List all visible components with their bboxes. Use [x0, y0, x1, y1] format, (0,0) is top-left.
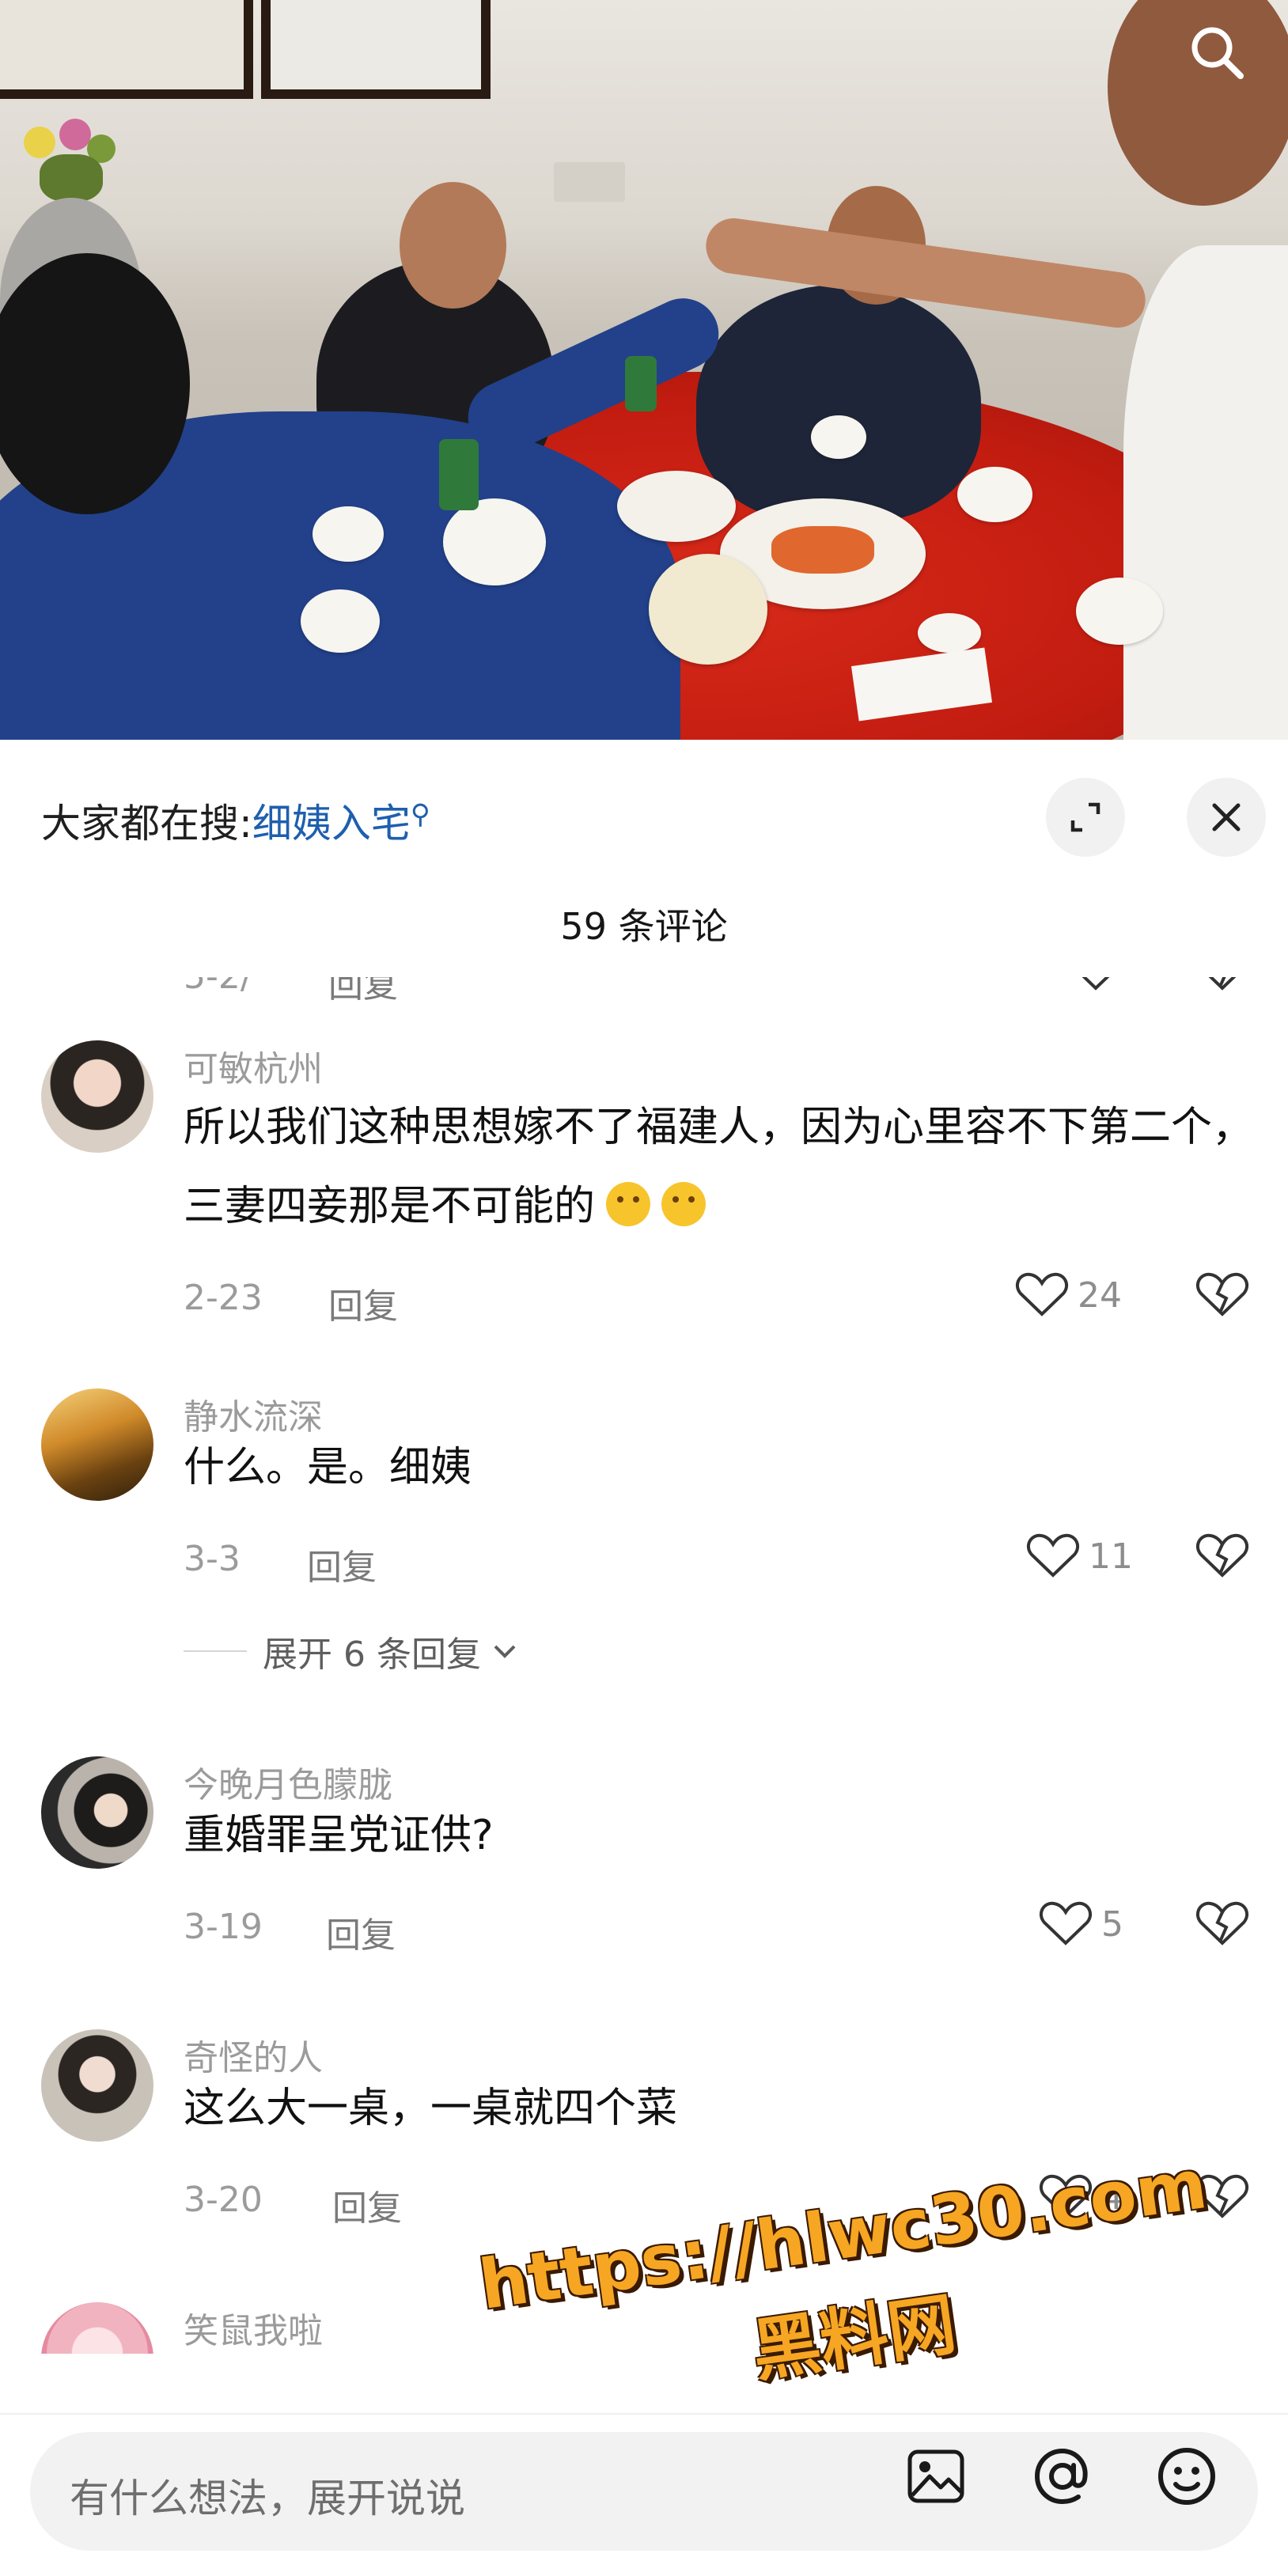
avatar[interactable] [41, 2029, 153, 2142]
broken-heart-icon[interactable] [1195, 1899, 1250, 1949]
broken-heart-icon[interactable] [1195, 1270, 1250, 1320]
expand-replies-button[interactable]: 展开 6 条回复 [184, 1626, 521, 1676]
smiley-icon [1158, 2448, 1215, 2505]
plate-bottom [649, 554, 767, 665]
close-icon [1212, 803, 1241, 832]
avatar[interactable] [41, 1040, 153, 1153]
search-suggestion[interactable]: 大家都在搜:细姨入宅⚲ [41, 792, 430, 849]
expand-icon [1070, 802, 1100, 832]
comment-list[interactable]: 5-2/ 回复 可敏杭州 所以我们这种思想嫁不了福建人，因为心里容不下第二个，三… [0, 977, 1288, 2354]
search-icon [1191, 27, 1244, 79]
video-search-button[interactable] [1179, 14, 1255, 90]
heart-icon [1039, 2174, 1093, 2218]
comment-input-bar: 有什么想法，展开说说 [0, 2413, 1288, 2576]
close-comments-button[interactable] [1187, 778, 1266, 857]
shush-emoji-icon [606, 1182, 651, 1226]
like-count: 5 [1101, 1904, 1123, 1945]
reply-button[interactable]: 回复 [307, 1539, 377, 1589]
green-can-2 [625, 356, 657, 411]
comment-date: 3-3 [184, 1539, 241, 1579]
heart-icon[interactable] [1068, 977, 1123, 993]
bowl-6 [918, 613, 981, 653]
soup-bowl [443, 498, 546, 585]
at-sign-icon [1034, 2448, 1088, 2505]
reply-button[interactable]: 回复 [328, 977, 398, 1007]
wall-outlet [554, 162, 625, 202]
comment-date: 3-19 [184, 1907, 263, 1947]
comment-text: 所以我们这种思想嫁不了福建人，因为心里容不下第二个，三妻四妾那是不可能的 [184, 1088, 1260, 1246]
shush-emoji-icon [661, 1182, 707, 1226]
comment-username[interactable]: 笑鼠我啦 [184, 2302, 323, 2353]
image-icon [907, 2449, 964, 2503]
comment-item: 今晚月色朦胧 重婚罪呈党证供? 3-19 回复 5 [0, 1756, 1288, 1994]
expand-replies-label: 展开 6 条回复 [263, 1635, 481, 1675]
like-count: 24 [1078, 1275, 1122, 1316]
partial-comment-footer: 5-2/ 回复 [0, 977, 1288, 1010]
comment-text: 这么大一桌，一桌就四个菜 [184, 2085, 678, 2132]
like-button[interactable]: 4 [1038, 2172, 1123, 2222]
diner-right [696, 285, 981, 522]
comment-item: 静水流深 什么。是。细姨 3-3 回复 11 展开 6 条回复 [0, 1388, 1288, 1705]
wall-painting-right [261, 0, 491, 99]
bowl-2 [301, 589, 380, 653]
reply-button[interactable]: 回复 [328, 1278, 398, 1328]
expand-divider [184, 1650, 247, 1652]
avatar[interactable] [41, 2302, 153, 2354]
shrimp-dish [771, 526, 874, 574]
image-button[interactable] [900, 2441, 972, 2512]
comment-item: 笑鼠我啦 [0, 2302, 1288, 2354]
comment-username[interactable]: 可敏杭州 [184, 1040, 323, 1091]
diner-center-head [400, 182, 506, 309]
video-player[interactable] [0, 0, 1288, 740]
reply-button[interactable]: 回复 [326, 1907, 396, 1957]
broken-heart-icon[interactable] [1195, 1531, 1250, 1582]
bowl-4 [957, 467, 1032, 522]
comment-sheet: 大家都在搜:细姨入宅⚲ 59 条评论 5-2/ 回复 [0, 740, 1288, 2574]
search-suggestion-keyword[interactable]: 细姨入宅 [252, 801, 411, 847]
comment-text-body: 所以我们这种思想嫁不了福建人，因为心里容不下第二个，三妻四妾那是不可能的 [184, 1104, 1254, 1230]
broken-heart-icon[interactable] [1195, 2172, 1250, 2222]
wall-painting-left [0, 0, 253, 99]
fullscreen-button[interactable] [1046, 778, 1125, 857]
comment-text: 什么。是。细姨 [184, 1444, 472, 1491]
avatar[interactable] [41, 1756, 153, 1869]
like-count: 11 [1089, 1536, 1133, 1577]
heart-icon [1039, 1901, 1093, 1945]
bowl-1 [313, 506, 384, 562]
emoji-button[interactable] [1151, 2441, 1222, 2512]
like-count: 4 [1101, 2176, 1123, 2218]
search-suggestion-prefix: 大家都在搜: [41, 801, 252, 847]
comment-date: 2-23 [184, 1278, 263, 1318]
broken-heart-icon[interactable] [1195, 977, 1250, 993]
green-can [439, 439, 479, 510]
comment-date: 5-2/ [184, 977, 252, 997]
heart-icon [1015, 1272, 1069, 1316]
comment-item: 可敏杭州 所以我们这种思想嫁不了福建人，因为心里容不下第二个，三妻四妾那是不可能… [0, 1040, 1288, 1341]
comment-item: 奇怪的人 这么大一桌，一桌就四个菜 3-20 回复 4 [0, 2029, 1288, 2267]
comment-text: 重婚罪呈党证供? [184, 1812, 494, 1859]
comment-count: 59 条评论 [560, 905, 728, 948]
heart-icon [1026, 1533, 1080, 1578]
avatar[interactable] [41, 1388, 153, 1501]
diner-standing-right [1123, 245, 1288, 740]
reply-button[interactable]: 回复 [332, 2180, 402, 2230]
comment-input-placeholder: 有什么想法，展开说说 [70, 2476, 465, 2521]
comment-date: 3-20 [184, 2180, 263, 2220]
mention-button[interactable] [1027, 2441, 1098, 2512]
search-suggestion-icon: ⚲ [410, 798, 430, 831]
like-button[interactable]: 11 [1025, 1531, 1133, 1582]
flower-vase [16, 119, 127, 206]
plate-greens [617, 471, 736, 542]
chevron-down-icon [494, 1645, 516, 1658]
like-button[interactable]: 24 [1014, 1270, 1122, 1320]
bowl-5 [1076, 578, 1163, 645]
bowl-3 [811, 415, 866, 459]
like-button[interactable]: 5 [1038, 1899, 1123, 1949]
